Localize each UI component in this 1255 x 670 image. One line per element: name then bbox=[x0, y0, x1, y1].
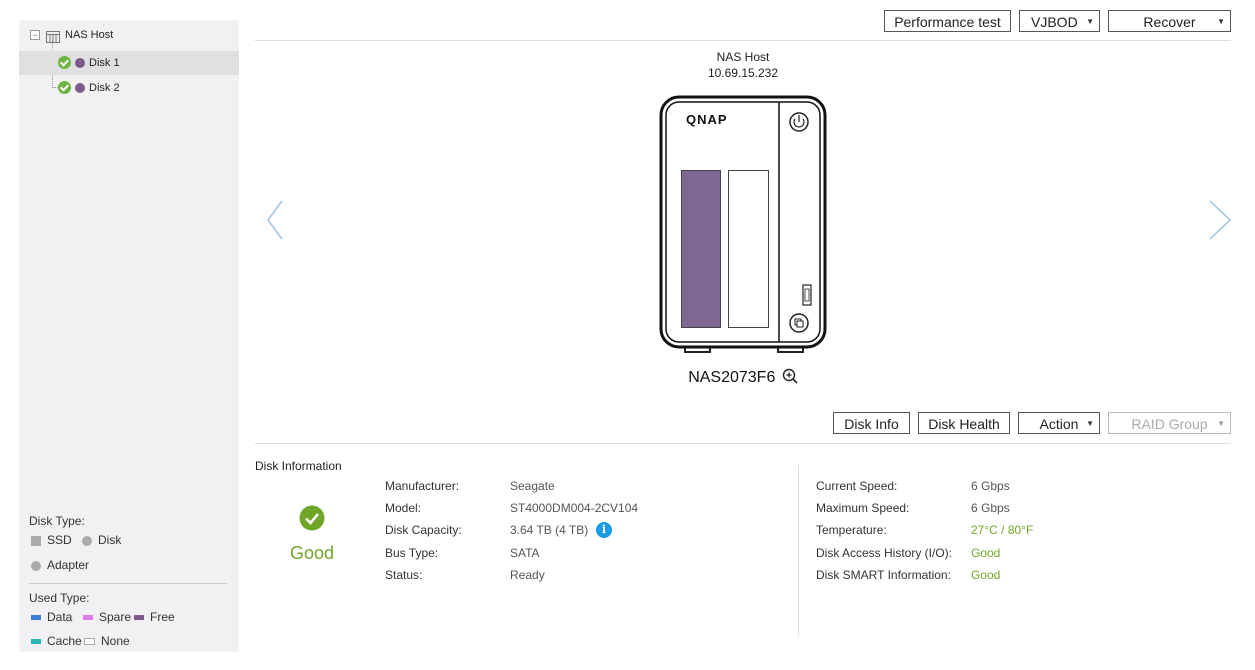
collapse-icon[interactable]: − bbox=[30, 30, 40, 40]
legend-disk: Disk bbox=[82, 533, 121, 547]
used-type-title: Used Type: bbox=[29, 591, 90, 605]
legend-adapter: Adapter bbox=[31, 558, 89, 572]
tree-root-label: NAS Host bbox=[65, 29, 114, 41]
disk-smart-label: Disk SMART Information: bbox=[816, 568, 951, 582]
bus-type-value: SATA bbox=[510, 546, 540, 560]
bus-type-label: Bus Type: bbox=[385, 546, 439, 560]
disk-capacity-label: Disk Capacity: bbox=[385, 523, 462, 537]
bottom-divider bbox=[255, 443, 1231, 444]
legend-spare: Spare bbox=[83, 610, 131, 624]
current-speed-label: Current Speed: bbox=[816, 479, 898, 493]
tree-item-disk-2[interactable]: Disk 2 bbox=[19, 76, 239, 100]
caret-down-icon: ▼ bbox=[1086, 419, 1094, 428]
zoom-in-icon[interactable] bbox=[782, 368, 798, 389]
maximum-speed-value: 6 Gbps bbox=[971, 501, 1010, 515]
recover-dropdown[interactable]: Recover ▼ bbox=[1108, 10, 1231, 32]
legend-free: Free bbox=[134, 610, 175, 624]
device-ip: 10.69.15.232 bbox=[707, 66, 779, 80]
disk-access-history-value[interactable]: Good bbox=[971, 546, 1000, 560]
sidebar: − NAS Host Disk 1 Disk 2 Disk Type: SSD … bbox=[19, 20, 239, 652]
disk-slot-2[interactable] bbox=[728, 170, 769, 328]
disk-icon bbox=[82, 535, 92, 546]
performance-test-button[interactable]: Performance test bbox=[884, 10, 1011, 32]
device-model-row: NAS2073F6 bbox=[643, 368, 843, 389]
caret-down-icon: ▼ bbox=[1086, 17, 1094, 26]
tree-item-disk-1[interactable]: Disk 1 bbox=[19, 51, 239, 75]
vjbod-dropdown[interactable]: VJBOD ▼ bbox=[1019, 10, 1100, 32]
server-icon bbox=[46, 28, 60, 43]
device-model: NAS2073F6 bbox=[688, 369, 776, 386]
legend-divider bbox=[29, 583, 227, 584]
brand-logo: QNAP bbox=[686, 112, 728, 127]
info-icon[interactable]: i bbox=[596, 522, 612, 538]
status-value: Ready bbox=[510, 568, 545, 582]
previous-arrow-icon[interactable] bbox=[266, 200, 284, 243]
cache-swatch bbox=[31, 639, 41, 645]
action-dropdown[interactable]: Action ▼ bbox=[1018, 412, 1100, 434]
nas-device-illustration: QNAP bbox=[658, 95, 828, 355]
data-swatch bbox=[31, 615, 41, 621]
device-host-name: NAS Host bbox=[716, 50, 770, 64]
ssd-icon bbox=[31, 535, 41, 546]
tree-item-label: Disk 2 bbox=[89, 82, 120, 94]
legend-data: Data bbox=[31, 610, 72, 624]
legend-ssd: SSD bbox=[31, 533, 72, 547]
manufacturer-label: Manufacturer: bbox=[385, 479, 460, 493]
disk-health-button[interactable]: Disk Health bbox=[918, 412, 1010, 434]
next-arrow-icon[interactable] bbox=[1208, 200, 1232, 243]
legend-none: None bbox=[84, 634, 130, 648]
spare-swatch bbox=[83, 615, 93, 621]
temperature-label: Temperature: bbox=[816, 523, 887, 537]
model-label: Model: bbox=[385, 501, 422, 515]
disk-slot-1[interactable] bbox=[681, 170, 721, 328]
good-status-icon bbox=[299, 505, 325, 534]
top-divider bbox=[255, 40, 1231, 41]
disk-info-button[interactable]: Disk Info bbox=[833, 412, 910, 434]
disk-smart-value[interactable]: Good bbox=[971, 568, 1000, 582]
temperature-value: 27°C / 80°F bbox=[971, 523, 1034, 537]
tree-item-label: Disk 1 bbox=[89, 57, 120, 69]
manufacturer-value: Seagate bbox=[510, 479, 555, 493]
raid-group-dropdown[interactable]: RAID Group ▼ bbox=[1108, 412, 1231, 434]
status-label: Status: bbox=[385, 568, 423, 582]
current-speed-value: 6 Gbps bbox=[971, 479, 1010, 493]
disk-information-heading: Disk Information bbox=[255, 459, 342, 473]
maximum-speed-label: Maximum Speed: bbox=[816, 501, 910, 515]
none-swatch bbox=[84, 638, 95, 646]
status-ok-icon bbox=[58, 81, 71, 94]
status-summary: Good bbox=[289, 543, 335, 563]
free-disk-icon bbox=[75, 58, 85, 68]
status-ok-icon bbox=[58, 56, 71, 69]
model-value: ST4000DM004-2CV104 bbox=[510, 501, 639, 515]
free-disk-icon bbox=[75, 83, 85, 93]
adapter-icon bbox=[31, 560, 41, 571]
free-swatch bbox=[134, 615, 144, 621]
caret-down-icon: ▼ bbox=[1217, 419, 1225, 428]
disk-capacity-value: 3.64 TB (4 TB) bbox=[510, 523, 589, 537]
column-divider bbox=[798, 465, 799, 636]
disk-type-title: Disk Type: bbox=[29, 514, 85, 528]
caret-down-icon: ▼ bbox=[1217, 17, 1225, 26]
legend-cache: Cache bbox=[31, 634, 82, 648]
disk-access-history-label: Disk Access History (I/O): bbox=[816, 546, 953, 560]
